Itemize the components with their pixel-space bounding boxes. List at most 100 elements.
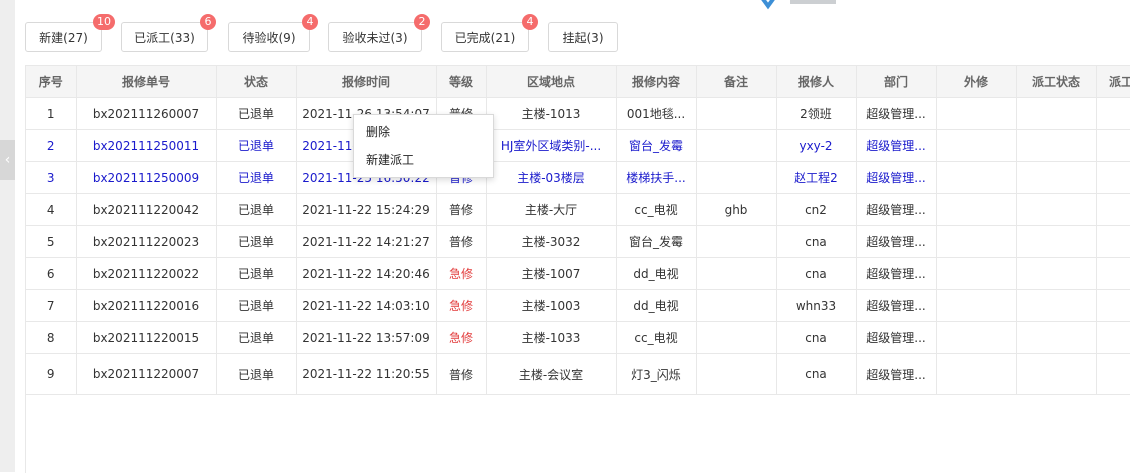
table-row[interactable]: 1bx202111260007已退单2021-11-26 13:54:07普修主… [26, 97, 1130, 130]
cell-index: 5 [26, 225, 77, 258]
column-header[interactable]: 部门 [856, 66, 937, 98]
tab-acceptance-failed-badge: 2 [414, 14, 430, 30]
cell-dispatch-status [1016, 321, 1097, 354]
cell-note: ghb [696, 193, 777, 226]
cell-order-number: bx202111220023 [76, 225, 217, 258]
cell-status: 已退单 [216, 289, 297, 322]
cell-content: dd_电视 [616, 257, 697, 290]
logo-icon [748, 0, 848, 10]
cell-status: 已退单 [216, 257, 297, 290]
cell-content: 001地毯... [616, 97, 697, 130]
tab-label: 验收未过(3) [342, 31, 408, 45]
cell-index: 1 [26, 97, 77, 130]
cell-dispatch-status [1016, 97, 1097, 130]
tab-pending-acceptance-badge: 4 [302, 14, 318, 30]
cell-status: 已退单 [216, 97, 297, 130]
cell-report-time: 2021-11-22 14:03:10 [296, 289, 437, 322]
tab-acceptance-failed[interactable]: 验收未过(3) [328, 22, 422, 52]
cell-report-time: 2021-11-22 13:57:09 [296, 321, 437, 354]
tab-new-badge: 10 [93, 14, 115, 30]
table-row[interactable]: 8 bx202111220015 已退单 2021-11-22 13:57:09 急修主… [26, 321, 1130, 354]
cell-department: 超级管理... [856, 225, 937, 258]
cell-reporter: cn2 [776, 193, 857, 226]
cell-content: cc_电视 [616, 321, 697, 354]
cell-reporter: cna [776, 321, 857, 354]
column-header[interactable]: 区域地点 [486, 66, 617, 98]
tab-suspended[interactable]: 挂起(3) [548, 22, 618, 52]
table-header: 序号 报修单号 状态 报修时间 等级 区域地点 报修内容 备注 报修人 部门 外… [26, 66, 1130, 98]
column-header[interactable]: 报修人 [776, 66, 857, 98]
tab-label: 待验收(9) [242, 31, 296, 45]
chevron-left-icon[interactable]: ‹ [0, 140, 15, 180]
cell-outsourced [936, 353, 1017, 395]
cell-order-number: bx202111260007 [76, 97, 217, 130]
column-header[interactable]: 报修内容 [616, 66, 697, 98]
cell-location: 主楼-1013 [486, 97, 617, 130]
table-row[interactable]: 2bx202111250011已退单2021-11-25 17:02:36普修H… [26, 129, 1130, 162]
context-menu-delete[interactable]: 删除 [354, 120, 493, 144]
tab-new[interactable]: 新建(27) [25, 22, 102, 52]
cell-report-time: 2021-11-22 11:20:55 [296, 353, 437, 395]
cell-reporter: 赵工程2 [776, 161, 857, 194]
cell-note [696, 353, 777, 395]
table-row[interactable]: 5 bx202111220023 已退单 2021-11-22 14:21:27 普修主… [26, 225, 1130, 258]
column-header[interactable]: 等级 [436, 66, 487, 98]
table-row[interactable]: 7 bx202111220016 已退单 2021-11-22 14:03:10 急修主… [26, 289, 1130, 322]
cell-location: 主楼-1003 [486, 289, 617, 322]
table-row[interactable]: 3bx202111250009已退单2021-11-25 16:50:22普修主… [26, 161, 1130, 194]
cell-dispatch-status [1016, 257, 1097, 290]
cell-level: 普修 [436, 193, 487, 226]
column-header[interactable]: 序号 [26, 66, 77, 98]
cell-outsourced [936, 129, 1017, 162]
column-header[interactable]: 状态 [216, 66, 297, 98]
cell-level: 普修 [436, 353, 487, 395]
cell-reporter: cna [776, 225, 857, 258]
cell-reporter: 2领班 [776, 97, 857, 130]
cell-note [696, 225, 777, 258]
cell-department: 超级管理... [856, 129, 937, 162]
cell-dispatch [1096, 353, 1130, 395]
cell-dispatch [1096, 161, 1130, 194]
table-row[interactable]: 9 bx202111220007 已退单 2021-11-22 11:20:55 普修主… [26, 353, 1130, 395]
cell-report-time: 2021-11-22 15:24:29 [296, 193, 437, 226]
cell-reporter: cna [776, 353, 857, 395]
cell-reporter: cna [776, 257, 857, 290]
cell-content: 楼梯扶手... [616, 161, 697, 194]
column-header[interactable]: 备注 [696, 66, 777, 98]
cell-dispatch [1096, 129, 1130, 162]
cell-department: 超级管理... [856, 97, 937, 130]
cell-outsourced [936, 161, 1017, 194]
cell-order-number: bx202111220015 [76, 321, 217, 354]
cell-dispatch [1096, 193, 1130, 226]
column-header[interactable]: 报修单号 [76, 66, 217, 98]
context-menu-new-dispatch[interactable]: 新建派工 [354, 148, 493, 172]
column-header[interactable]: 派工 [1096, 66, 1130, 98]
cell-content: 灯3_闪烁 [616, 353, 697, 395]
column-header[interactable]: 报修时间 [296, 66, 437, 98]
cell-index: 6 [26, 257, 77, 290]
cell-department: 超级管理... [856, 353, 937, 395]
context-menu: 删除 新建派工 [353, 114, 494, 178]
cell-content: 窗台_发霉 [616, 129, 697, 162]
tab-label: 已派工(33) [134, 31, 195, 45]
column-header[interactable]: 外修 [936, 66, 1017, 98]
cell-location: 主楼-03楼层 [486, 161, 617, 194]
column-header[interactable]: 派工状态 [1016, 66, 1097, 98]
cell-location: 主楼-1007 [486, 257, 617, 290]
tab-dispatched-badge: 6 [200, 14, 216, 30]
tab-pending-acceptance[interactable]: 待验收(9) [228, 22, 310, 52]
table-row[interactable]: 4 bx202111220042 已退单 2021-11-22 15:24:29 普修主… [26, 193, 1130, 226]
tab-dispatched[interactable]: 已派工(33) [121, 22, 208, 52]
cell-index: 4 [26, 193, 77, 226]
cell-department: 超级管理... [856, 321, 937, 354]
cell-outsourced [936, 193, 1017, 226]
cell-department: 超级管理... [856, 257, 937, 290]
cell-level: 急修 [436, 289, 487, 322]
cell-order-number: bx202111220022 [76, 257, 217, 290]
tab-completed[interactable]: 已完成(21) [441, 22, 529, 52]
cell-location: 主楼-大厅 [486, 193, 617, 226]
table-row[interactable]: 6 bx202111220022 已退单 2021-11-22 14:20:46 急修主… [26, 257, 1130, 290]
cell-dispatch [1096, 289, 1130, 322]
cell-content: dd_电视 [616, 289, 697, 322]
cell-level: 急修 [436, 257, 487, 290]
